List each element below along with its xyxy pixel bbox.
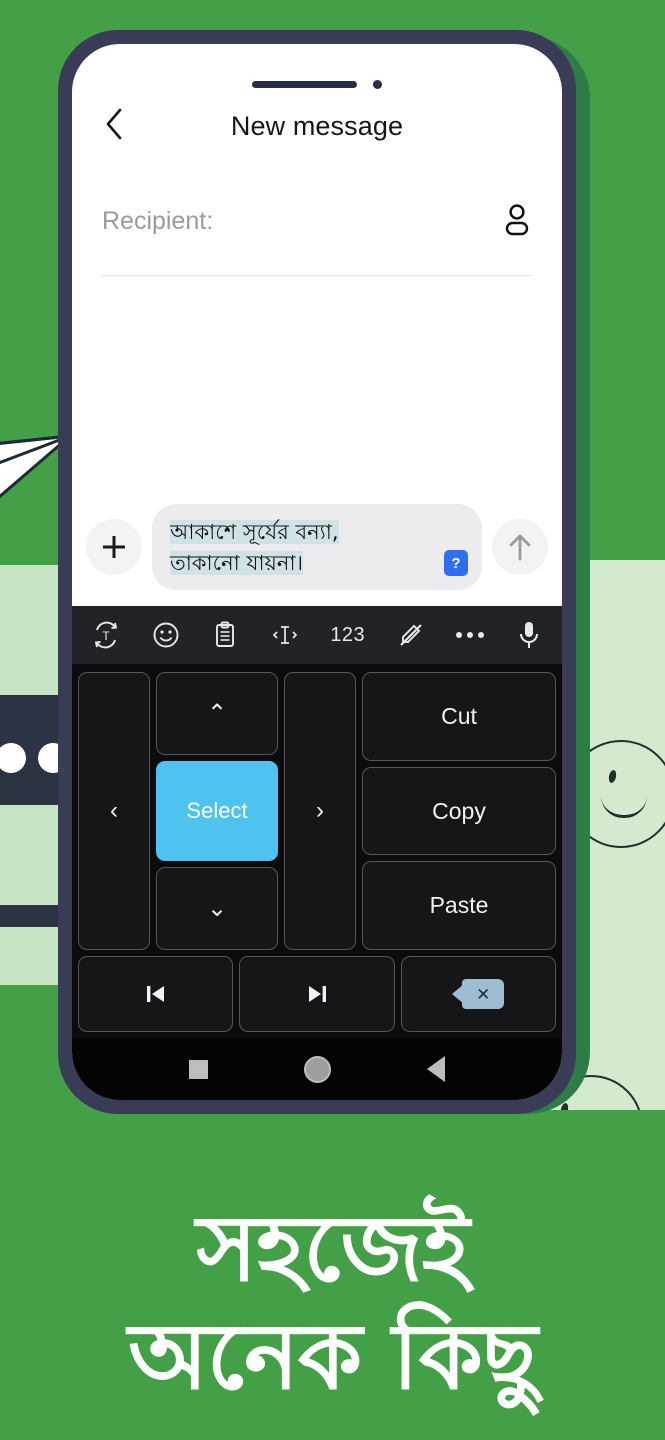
backspace-delete-icon: ✕ xyxy=(452,979,505,1009)
keyboard-actions-column: Cut Copy Paste xyxy=(362,672,556,951)
text-cursor-icon xyxy=(272,626,297,644)
key-select[interactable]: Select xyxy=(156,761,278,861)
message-text[interactable]: আকাশে সূর্যের বন্যা, তাকানো যায়না। xyxy=(170,517,436,578)
key-cursor-up[interactable]: ⌃ xyxy=(156,672,278,756)
keyboard-bottom-row: ✕ xyxy=(78,956,556,1032)
app-header: New message xyxy=(72,44,562,154)
arrow-up-icon xyxy=(509,534,531,561)
promo-headline: সহজেই অনেক কিছু xyxy=(0,1195,665,1412)
dot-1 xyxy=(456,632,463,638)
phone-mockup: New message Recipient: আকাশে সূর্যের বন্… xyxy=(58,30,576,1114)
home-circle-icon[interactable] xyxy=(304,1055,331,1083)
android-navigation-bar xyxy=(72,1038,562,1100)
back-triangle-icon[interactable] xyxy=(427,1056,445,1082)
message-thread-area xyxy=(72,276,562,496)
headline-line-1: সহজেই xyxy=(196,1194,469,1302)
key-backspace[interactable]: ✕ xyxy=(400,956,556,1032)
promo-screenshot: New message Recipient: আকাশে সূর্যের বন্… xyxy=(0,0,665,1440)
voice-input-button[interactable] xyxy=(516,620,542,650)
clipboard-button[interactable] xyxy=(211,621,239,649)
recipient-field-row[interactable]: Recipient: xyxy=(102,180,532,276)
send-button[interactable] xyxy=(492,519,548,575)
key-paste[interactable]: Paste xyxy=(362,861,556,951)
text-editing-keyboard: ‹ ⌃ Select ⌄ › Cut Copy Paste ✕ xyxy=(72,664,562,1038)
recents-square-icon[interactable] xyxy=(189,1059,208,1079)
key-jump-to-start[interactable] xyxy=(78,956,234,1032)
text-editing-button[interactable] xyxy=(271,621,299,649)
left-character-figure xyxy=(0,565,68,985)
compose-bar: আকাশে সূর্যের বন্যা, তাকানো যায়না। ? xyxy=(72,496,562,606)
key-cursor-down[interactable]: ⌄ xyxy=(156,866,278,950)
key-cursor-left[interactable]: ‹ xyxy=(78,672,150,950)
key-cut[interactable]: Cut xyxy=(362,672,556,761)
contact-picker-button[interactable] xyxy=(502,202,532,253)
attach-button[interactable] xyxy=(86,519,142,575)
keyboard-main-rows: ‹ ⌃ Select ⌄ › Cut Copy Paste xyxy=(78,672,556,951)
recipient-input[interactable]: Recipient: xyxy=(102,207,213,248)
back-button[interactable] xyxy=(90,100,138,148)
emoji-button[interactable] xyxy=(152,621,180,649)
key-jump-to-end[interactable] xyxy=(239,956,395,1032)
transliterate-button[interactable]: T xyxy=(92,621,120,649)
transliterate-icon: T xyxy=(94,621,118,649)
message-input-bubble[interactable]: আকাশে সূর্যের বন্যা, তাকানো যায়না। ? xyxy=(152,504,482,590)
contact-person-icon xyxy=(505,204,529,236)
microphone-icon xyxy=(519,622,538,648)
keyboard-toolbar: T 123 xyxy=(72,606,562,664)
numbers-button[interactable]: 123 xyxy=(330,624,365,647)
keyboard-nav-column: ⌃ Select ⌄ xyxy=(156,672,278,950)
jump-to-end-icon xyxy=(308,986,326,1002)
dot-2 xyxy=(467,632,474,638)
plus-icon xyxy=(103,536,125,558)
more-options-button[interactable] xyxy=(456,632,485,638)
key-copy[interactable]: Copy xyxy=(362,766,556,856)
message-line-2: তাকানো যায়না। xyxy=(170,550,304,575)
missing-glyph-tofu-icon: ? xyxy=(444,550,468,576)
emoji-smiley-icon xyxy=(153,622,179,648)
message-line-1: আকাশে সূর্যের বন্যা, xyxy=(170,520,339,545)
headline-line-2: অনেক কিছু xyxy=(128,1303,537,1411)
clipboard-icon xyxy=(216,621,235,647)
dot-3 xyxy=(478,632,485,638)
phone-screen: New message Recipient: আকাশে সূর্যের বন্… xyxy=(72,44,562,1100)
key-cursor-right[interactable]: › xyxy=(284,672,356,950)
jump-to-start-icon xyxy=(146,986,164,1002)
handwriting-off-icon xyxy=(399,624,422,646)
svg-text:T: T xyxy=(102,629,110,643)
handwriting-toggle-button[interactable] xyxy=(397,621,425,649)
page-title: New message xyxy=(230,111,404,141)
chevron-left-icon xyxy=(106,108,122,140)
